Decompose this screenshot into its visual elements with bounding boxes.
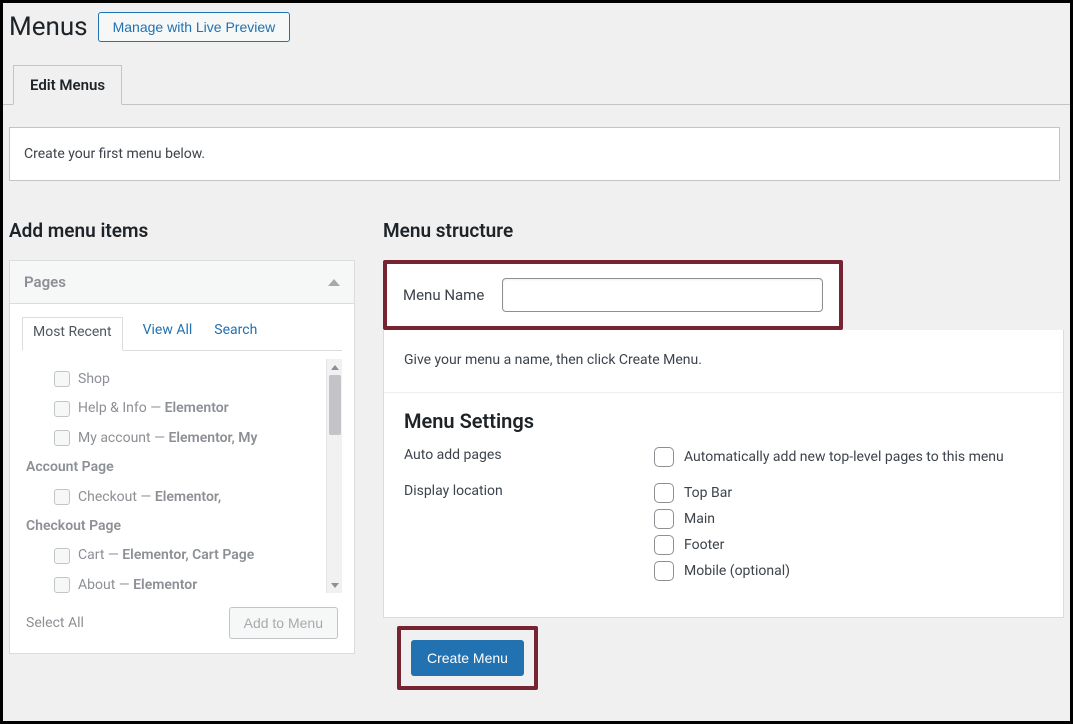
add-menu-items-heading: Add menu items [9,219,355,242]
create-menu-highlight: Create Menu [397,626,538,690]
create-menu-button[interactable]: Create Menu [411,640,524,676]
location-main[interactable]: Main [654,509,1043,529]
menu-structure-hint: Give your menu a name, then click Create… [384,330,1063,393]
pages-list: Shop Help & Info — Elementor My account … [22,359,342,593]
location-footer[interactable]: Footer [654,535,1043,555]
location-mobile[interactable]: Mobile (optional) [654,561,1043,581]
checkbox-icon[interactable] [54,430,70,446]
menu-name-highlight: Menu Name [383,260,843,330]
checkbox-icon[interactable] [54,577,70,593]
display-location-label: Display location [404,483,654,587]
menu-name-label: Menu Name [403,286,484,304]
scroll-up-icon[interactable] [327,359,342,375]
tab-edit-menus[interactable]: Edit Menus [13,65,122,105]
checkbox-icon[interactable] [654,561,674,581]
checkbox-icon[interactable] [54,548,70,564]
scroll-thumb[interactable] [329,375,341,435]
checkbox-icon[interactable] [54,401,70,417]
checkbox-icon[interactable] [654,447,674,467]
auto-add-option[interactable]: Automatically add new top-level pages to… [654,447,1043,467]
pages-accordion-title: Pages [24,273,66,291]
list-item[interactable]: About — Elementor [26,571,342,593]
tabs-row: Edit Menus [3,64,1070,105]
location-topbar[interactable]: Top Bar [654,483,1043,503]
menu-name-input[interactable] [502,278,823,312]
notice-first-menu: Create your first menu below. [9,127,1060,181]
checkbox-icon[interactable] [654,509,674,529]
subtab-view-all[interactable]: View All [141,316,195,350]
list-item[interactable]: Checkout — Elementor, [26,483,342,512]
add-to-menu-button[interactable]: Add to Menu [229,607,338,639]
list-item[interactable]: Help & Info — Elementor [26,394,342,423]
list-item-meta: Checkout Page [26,512,342,541]
list-item[interactable]: My account — Elementor, My [26,424,342,453]
scrollbar[interactable] [326,359,342,593]
list-item[interactable]: Cart — Elementor, Cart Page [26,541,342,570]
menu-structure-heading: Menu structure [383,219,1064,242]
pages-accordion-header[interactable]: Pages [10,261,354,303]
checkbox-icon[interactable] [654,483,674,503]
manage-live-preview-button[interactable]: Manage with Live Preview [98,12,291,42]
list-item-meta: Account Page [26,453,342,482]
subtab-search[interactable]: Search [212,316,259,350]
select-all-link[interactable]: Select All [26,615,84,631]
list-item[interactable]: Shop [26,365,342,394]
checkbox-icon[interactable] [54,371,70,387]
caret-up-icon [328,279,340,286]
checkbox-icon[interactable] [654,535,674,555]
page-title: Menus [9,12,88,42]
menu-settings-heading: Menu Settings [404,409,1043,433]
checkbox-icon[interactable] [54,489,70,505]
scroll-down-icon[interactable] [327,577,342,593]
auto-add-pages-label: Auto add pages [404,447,654,473]
auto-add-option-text: Automatically add new top-level pages to… [684,449,1004,465]
subtab-most-recent[interactable]: Most Recent [22,317,123,351]
pages-accordion: Pages Most Recent View All Search Shop H… [9,260,355,654]
